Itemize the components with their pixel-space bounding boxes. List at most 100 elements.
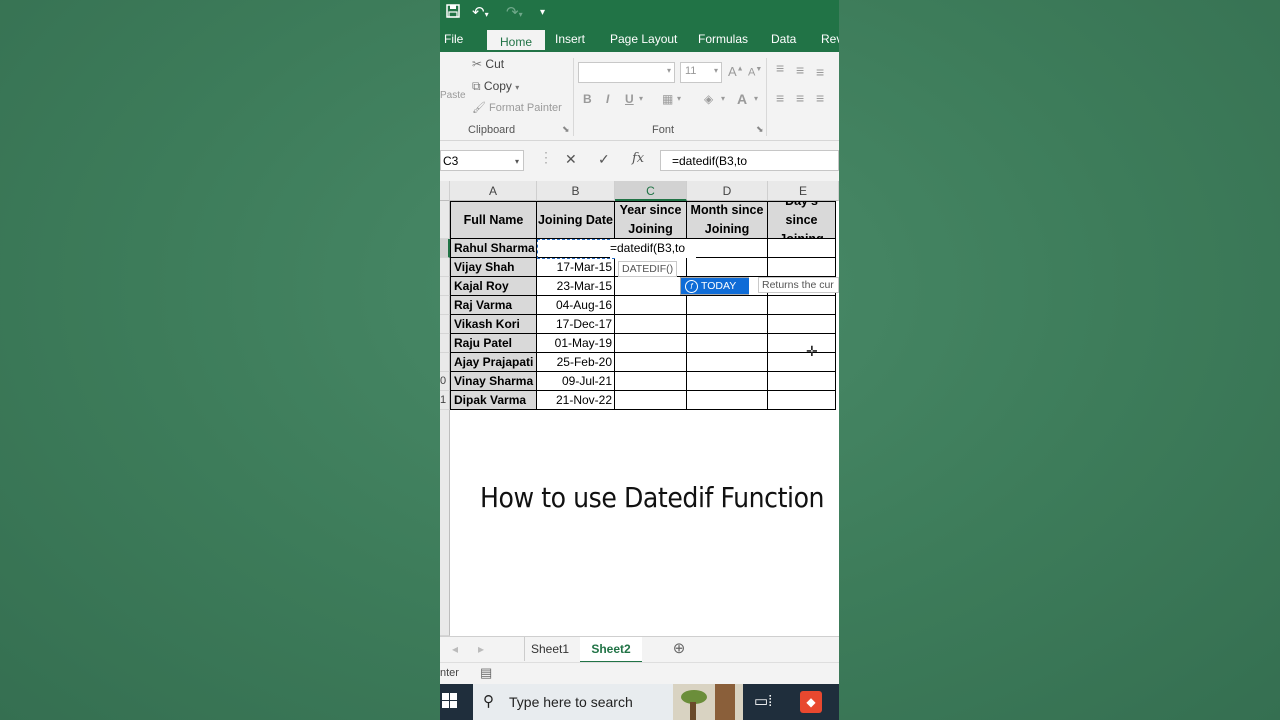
italic-button[interactable]: I bbox=[606, 92, 609, 106]
copy-button[interactable]: ⧉ Copy ▾ bbox=[472, 79, 519, 94]
insert-function-icon[interactable]: fx bbox=[632, 151, 644, 166]
header-month-since-joining[interactable]: Month since Joining bbox=[687, 201, 768, 239]
redo-icon[interactable]: ↷▾ bbox=[506, 4, 523, 24]
taskbar-search-box[interactable]: ⚲ Type here to search bbox=[473, 684, 673, 720]
cell-empty[interactable] bbox=[615, 353, 687, 372]
task-view-icon[interactable]: ▭⁞ bbox=[754, 692, 772, 710]
save-icon[interactable] bbox=[446, 4, 460, 23]
align-center-icon[interactable]: ≡ bbox=[796, 90, 804, 106]
cell-empty[interactable] bbox=[687, 296, 768, 315]
cell-empty[interactable] bbox=[768, 334, 836, 353]
cell-empty[interactable] bbox=[687, 239, 768, 258]
cell-empty[interactable] bbox=[768, 258, 836, 277]
cell-empty[interactable] bbox=[687, 353, 768, 372]
cell-joining-date[interactable]: 09-Jul-21 bbox=[537, 372, 615, 391]
cancel-icon[interactable]: ✕ bbox=[565, 151, 577, 168]
row-header[interactable] bbox=[440, 239, 450, 258]
underline-button[interactable]: U bbox=[625, 92, 634, 106]
borders-icon[interactable]: ▦ bbox=[662, 92, 673, 106]
cell-full-name[interactable]: Raju Patel bbox=[450, 334, 537, 353]
dialog-launcher-icon[interactable]: ⬊ bbox=[562, 124, 570, 135]
font-color-button[interactable]: A bbox=[737, 91, 747, 107]
row-header[interactable] bbox=[440, 277, 450, 296]
cell-joining-date[interactable]: 04-Aug-16 bbox=[537, 296, 615, 315]
bold-button[interactable]: B bbox=[583, 92, 592, 106]
cut-button[interactable]: ✂ Cut bbox=[472, 57, 504, 71]
paste-button[interactable]: Paste bbox=[440, 90, 466, 101]
align-right-icon[interactable]: ≡ bbox=[816, 90, 824, 106]
row-header[interactable]: 0 bbox=[440, 372, 450, 391]
decrease-font-button[interactable]: A▼ bbox=[748, 66, 762, 79]
enter-check-icon[interactable]: ✓ bbox=[598, 151, 610, 168]
anydesk-app-icon[interactable]: ◆ bbox=[800, 691, 822, 713]
font-name-box[interactable]: ▾ bbox=[578, 62, 675, 83]
cell-joining-date[interactable]: 25-Feb-20 bbox=[537, 353, 615, 372]
dialog-launcher-icon[interactable]: ⬊ bbox=[756, 124, 764, 135]
row-header[interactable] bbox=[440, 353, 450, 372]
sheet-tab-sheet1[interactable]: Sheet1 bbox=[526, 637, 574, 661]
drag-handle-icon[interactable]: ⋮ bbox=[539, 149, 553, 166]
cell-empty[interactable] bbox=[687, 391, 768, 410]
align-middle-icon[interactable]: ≡ bbox=[796, 62, 804, 78]
cell-empty[interactable] bbox=[687, 372, 768, 391]
cell-empty[interactable] bbox=[615, 334, 687, 353]
cell-empty[interactable] bbox=[615, 315, 687, 334]
add-sheet-icon[interactable]: ⊕ bbox=[668, 637, 690, 661]
cell-empty[interactable] bbox=[687, 315, 768, 334]
cell-empty[interactable] bbox=[768, 296, 836, 315]
cell-empty[interactable] bbox=[615, 372, 687, 391]
function-autocomplete[interactable]: f TODAY bbox=[680, 277, 749, 295]
sheet-tab-sheet2[interactable]: Sheet2 bbox=[580, 637, 642, 664]
header-full-name[interactable]: Full Name bbox=[450, 201, 537, 239]
row-header[interactable] bbox=[440, 201, 450, 239]
tab-review[interactable]: Rev bbox=[821, 32, 839, 46]
windows-start-icon[interactable] bbox=[442, 693, 458, 714]
cell-full-name[interactable]: Ajay Prajapati bbox=[450, 353, 537, 372]
name-box[interactable]: C3 ▾ bbox=[440, 150, 524, 171]
column-header-d[interactable]: D bbox=[687, 181, 768, 201]
cell-joining-date[interactable]: 17-Dec-17 bbox=[537, 315, 615, 334]
row-header[interactable] bbox=[440, 315, 450, 334]
column-header-a[interactable]: A bbox=[450, 181, 537, 201]
align-top-icon[interactable]: ≡ bbox=[776, 60, 784, 76]
row-header[interactable] bbox=[440, 258, 450, 277]
cell-joining-date[interactable]: 21-Nov-22 bbox=[537, 391, 615, 410]
cell-empty[interactable] bbox=[768, 391, 836, 410]
tab-formulas[interactable]: Formulas bbox=[698, 32, 748, 46]
column-header-b[interactable]: B bbox=[537, 181, 615, 201]
tab-home[interactable]: Home bbox=[485, 28, 548, 52]
tab-data[interactable]: Data bbox=[771, 32, 796, 46]
cell-full-name[interactable]: Vinay Sharma bbox=[450, 372, 537, 391]
cell-empty[interactable] bbox=[615, 296, 687, 315]
row-header[interactable] bbox=[440, 296, 450, 315]
cell-empty[interactable] bbox=[768, 353, 836, 372]
fill-color-icon[interactable]: ◈ bbox=[704, 92, 713, 106]
column-header-e[interactable]: E bbox=[768, 181, 839, 201]
format-painter-button[interactable]: 🖌 Format Painter bbox=[472, 101, 562, 114]
autocomplete-item-today[interactable]: f TODAY bbox=[681, 278, 749, 294]
cell-empty[interactable] bbox=[768, 315, 836, 334]
cell-empty[interactable] bbox=[768, 372, 836, 391]
cell-full-name[interactable]: Kajal Roy bbox=[450, 277, 537, 296]
formula-input[interactable]: =datedif(B3,to bbox=[660, 150, 839, 171]
undo-icon[interactable]: ↶▾ bbox=[472, 4, 489, 24]
tab-file[interactable]: File bbox=[444, 32, 463, 46]
select-all-corner[interactable] bbox=[440, 181, 450, 201]
cell-full-name[interactable]: Vikash Kori bbox=[450, 315, 537, 334]
scroll-left-icon[interactable]: ◂ bbox=[448, 637, 462, 661]
header-joining-date[interactable]: Joining Date bbox=[537, 201, 615, 239]
tab-insert[interactable]: Insert bbox=[555, 32, 585, 46]
font-size-box[interactable]: 11 ▾ bbox=[680, 62, 722, 83]
cell-empty[interactable] bbox=[615, 391, 687, 410]
cell-empty[interactable] bbox=[615, 277, 687, 296]
column-header-c[interactable]: C bbox=[615, 181, 687, 201]
cell-full-name[interactable]: Raj Varma bbox=[450, 296, 537, 315]
tab-page-layout[interactable]: Page Layout bbox=[610, 32, 677, 46]
row-header[interactable]: 1 bbox=[440, 391, 450, 410]
row-header[interactable] bbox=[440, 334, 450, 353]
cell-full-name[interactable]: Dipak Varma bbox=[450, 391, 537, 410]
header-days-since-joining[interactable]: Day's since Joining bbox=[768, 201, 836, 239]
cell-empty[interactable] bbox=[687, 258, 768, 277]
cell-empty[interactable] bbox=[687, 334, 768, 353]
cell-joining-date[interactable]: 01-May-19 bbox=[537, 334, 615, 353]
